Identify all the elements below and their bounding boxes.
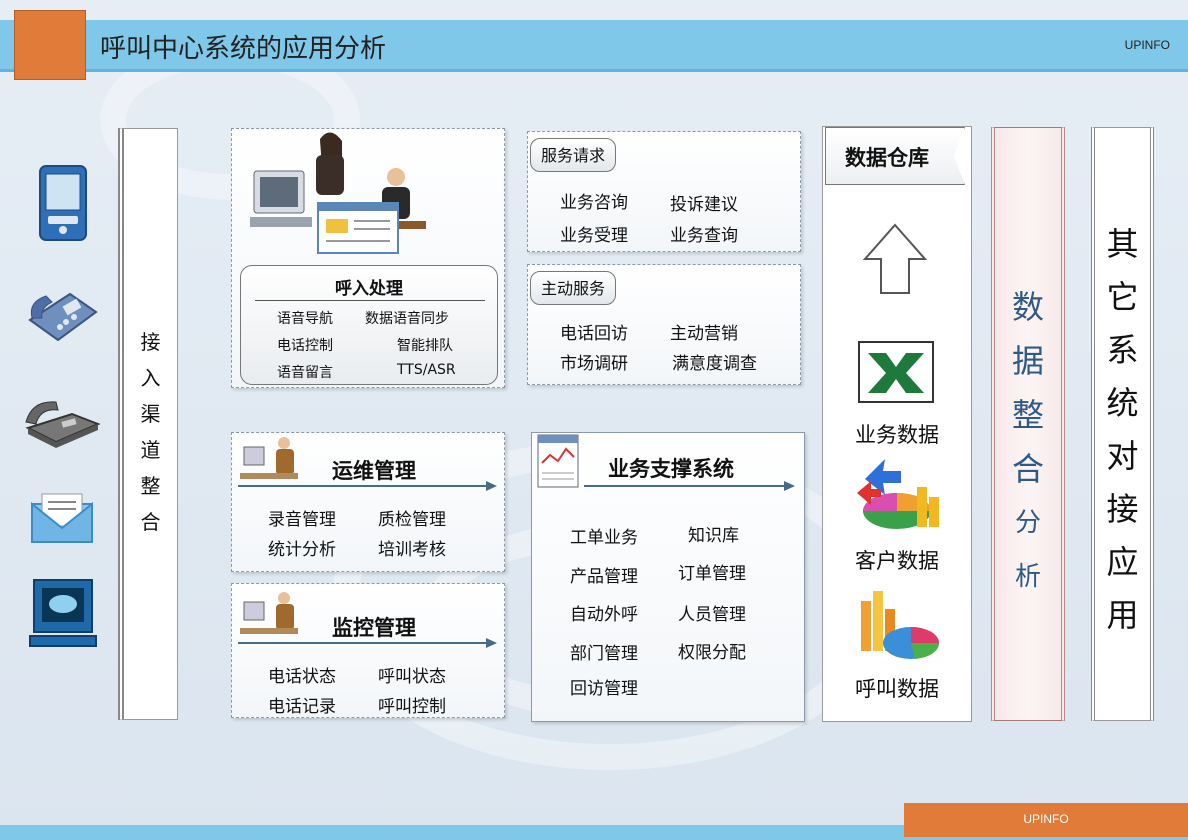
support-title: 业务支撑系统 — [608, 457, 734, 481]
flow-arrow-head — [486, 481, 497, 491]
operator-icon — [240, 437, 298, 479]
service-item: 投诉建议 — [670, 195, 738, 215]
other-char: 用 — [1106, 596, 1139, 634]
access-channel-label: 接 入 渠 道 整 合 — [124, 324, 177, 540]
divider — [255, 300, 485, 301]
integration-char: 分 — [1014, 508, 1041, 538]
service-item: 电话回访 — [560, 324, 628, 344]
business-support-panel: 业务支撑系统 工单业务 知识库 产品管理 订单管理 自动外呼 人员管理 部门管理… — [531, 432, 805, 722]
feature-item: 语音留言 — [277, 365, 333, 381]
active-service-tag: 主动服务 — [530, 271, 617, 305]
feature-item: 电话控制 — [277, 338, 333, 354]
business-data-label: 业务数据 — [855, 423, 939, 447]
monitor-item: 电话状态 — [268, 667, 336, 687]
call-center-agents-illustration — [250, 132, 426, 254]
data-integration-label: 数 据 整 合 分 析 — [995, 280, 1061, 604]
flow-arrow — [238, 485, 486, 487]
support-item: 自动外呼 — [570, 605, 638, 625]
other-char: 应 — [1106, 543, 1139, 581]
other-systems-integration-column: 其 它 系 统 对 接 应 用 — [1091, 127, 1154, 721]
service-request-panel: 服务请求 业务咨询 投诉建议 业务受理 业务查询 — [527, 131, 801, 252]
inbound-handling-box: 呼入处理 语音导航 数据语音同步 电话控制 智能排队 语音留言 TTS/ASR — [240, 265, 498, 385]
access-char: 合 — [140, 510, 161, 534]
other-char: 统 — [1106, 384, 1139, 422]
landline-phone-icon — [25, 401, 101, 448]
support-item: 部门管理 — [570, 644, 638, 664]
integration-char: 据 — [1011, 342, 1044, 380]
customer-data-chart-icon — [857, 459, 939, 529]
monitor-item: 呼叫控制 — [378, 697, 446, 717]
email-envelope-icon — [31, 493, 93, 543]
service-item: 主动营销 — [670, 324, 738, 344]
integration-char: 数 — [1011, 288, 1044, 326]
support-item: 人员管理 — [678, 605, 746, 625]
footer-brand: UPINFO — [904, 803, 1188, 837]
support-item: 订单管理 — [678, 564, 746, 584]
up-arrow-icon — [863, 223, 927, 294]
flow-arrow — [584, 485, 784, 487]
ops-item: 质检管理 — [378, 510, 446, 530]
data-warehouse-title: 数据仓库 — [845, 146, 929, 170]
computer-terminal-icon — [29, 579, 97, 647]
header-accent-square — [14, 10, 86, 80]
ops-item: 录音管理 — [268, 510, 336, 530]
integration-char: 合 — [1011, 450, 1044, 488]
ops-item: 统计分析 — [268, 540, 336, 560]
desk-phone-icon — [28, 292, 98, 342]
access-char: 整 — [140, 474, 161, 498]
feature-item: 语音导航 — [277, 311, 333, 327]
other-char: 接 — [1106, 490, 1139, 528]
service-item: 业务受理 — [560, 226, 628, 246]
other-char: 系 — [1106, 331, 1139, 369]
monitor-item: 电话记录 — [268, 697, 336, 717]
service-request-tag: 服务请求 — [530, 138, 617, 172]
support-item: 权限分配 — [678, 643, 746, 663]
flow-arrow-head — [784, 481, 795, 491]
other-systems-label: 其 它 系 统 对 接 应 用 — [1095, 218, 1150, 642]
support-item: 产品管理 — [570, 567, 638, 587]
service-item: 业务咨询 — [560, 193, 628, 213]
report-chart-icon — [537, 434, 579, 488]
customer-data-label: 客户数据 — [855, 549, 939, 573]
other-char: 其 — [1106, 225, 1139, 263]
monitor-item: 呼叫状态 — [378, 667, 446, 687]
inbound-handling-title: 呼入处理 — [335, 279, 403, 299]
feature-item: TTS/ASR — [397, 362, 456, 378]
service-item: 业务查询 — [670, 226, 738, 246]
support-item: 回访管理 — [570, 679, 638, 699]
support-item: 工单业务 — [570, 528, 638, 548]
ops-item: 培训考核 — [378, 540, 446, 560]
call-data-chart-icon — [861, 591, 940, 659]
operator-icon — [240, 592, 298, 634]
pda-icon — [39, 165, 87, 241]
flow-arrow — [238, 642, 486, 644]
access-char: 道 — [140, 438, 161, 462]
spreadsheet-icon — [858, 341, 934, 403]
data-integration-analysis-column: 数 据 整 合 分 析 — [991, 127, 1065, 721]
other-char: 它 — [1106, 278, 1139, 316]
support-item: 知识库 — [688, 526, 739, 546]
other-char: 对 — [1106, 437, 1139, 475]
data-warehouse-column: 数据仓库 业务数据 客户数据 呼叫数据 — [822, 126, 972, 722]
call-data-label: 呼叫数据 — [855, 677, 939, 701]
ops-management-panel: 运维管理 录音管理 质检管理 统计分析 培训考核 — [231, 432, 505, 572]
service-item: 满意度调查 — [672, 354, 757, 374]
integration-char: 析 — [1014, 562, 1041, 592]
inbound-handling-panel: 呼入处理 语音导航 数据语音同步 电话控制 智能排队 语音留言 TTS/ASR — [231, 128, 505, 388]
access-char: 入 — [140, 366, 161, 390]
access-channel-integration-column: 接 入 渠 道 整 合 — [118, 128, 178, 720]
ops-title: 运维管理 — [332, 459, 416, 483]
monitoring-panel: 监控管理 电话状态 呼叫状态 电话记录 呼叫控制 — [231, 583, 505, 718]
access-char: 接 — [140, 330, 161, 354]
feature-item: 数据语音同步 — [365, 311, 449, 327]
flow-arrow-head — [486, 638, 497, 648]
monitoring-title: 监控管理 — [332, 616, 416, 640]
integration-char: 整 — [1011, 396, 1044, 434]
feature-item: 智能排队 — [397, 338, 453, 354]
service-item: 市场调研 — [560, 354, 628, 374]
access-char: 渠 — [140, 402, 161, 426]
active-service-panel: 主动服务 电话回访 主动营销 市场调研 满意度调查 — [527, 264, 801, 385]
header-brand: UPINFO — [1124, 38, 1170, 52]
page-title: 呼叫中心系统的应用分析 — [100, 34, 387, 64]
